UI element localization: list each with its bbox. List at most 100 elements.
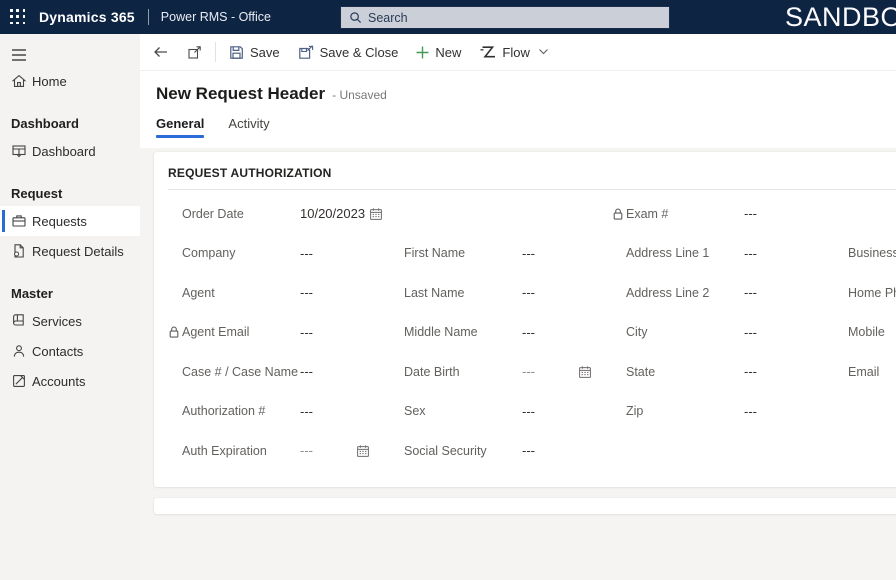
field-last-name: Last Name --- [390, 273, 612, 313]
field-value-case-case-name[interactable]: --- [300, 364, 313, 379]
new-label: New [435, 44, 462, 60]
field-value-authorization[interactable]: --- [300, 404, 313, 419]
form-tabs: General Activity [156, 116, 896, 139]
field-address-line-2: Address Line 2 --- [612, 273, 834, 313]
field-label-home-phone: Home Phone [848, 285, 896, 300]
field-label-address-line-2: Address Line 2 [626, 285, 710, 300]
sidebar-item-home[interactable]: Home [0, 66, 140, 96]
sidebar-group-dashboard: Dashboard [11, 115, 79, 131]
field-label-address-line-1: Address Line 1 [626, 246, 710, 261]
app-subtitle[interactable]: Power RMS - Office [161, 10, 271, 24]
waffle-icon[interactable] [10, 9, 26, 25]
field-agent: Agent --- [168, 273, 390, 313]
sidebar-item-label: Contacts [32, 343, 84, 359]
flow-button[interactable]: Flow [470, 34, 557, 70]
field-label-last-name: Last Name [404, 285, 465, 300]
field-label-company: Company [182, 246, 236, 261]
calendar-icon[interactable] [369, 207, 383, 221]
page-title-row: New Request Header - Unsaved [156, 84, 896, 104]
sidebar-item-accounts[interactable]: Accounts [0, 366, 140, 396]
field-label-auth-expiration: Auth Expiration [182, 443, 267, 458]
save-and-close-icon [298, 44, 313, 59]
save-label: Save [250, 44, 280, 60]
field-value-company[interactable]: --- [300, 246, 313, 261]
field-label-exam: Exam # [626, 206, 669, 221]
field-value-date-birth[interactable]: --- [522, 364, 535, 379]
request-details-icon [11, 243, 27, 259]
field-value-state[interactable]: --- [744, 364, 757, 379]
field-label-city: City [626, 325, 648, 340]
field-value-city[interactable]: --- [744, 325, 757, 340]
sidebar-item-contacts[interactable]: Contacts [0, 336, 140, 366]
popout-button[interactable] [178, 34, 211, 70]
field-value-social-security[interactable]: --- [522, 443, 535, 458]
field-business-phone: Business Phone--- [834, 234, 896, 274]
field-value-address-line-1[interactable]: --- [744, 246, 757, 261]
field-label-social-security: Social Security [404, 443, 487, 458]
field-value-sex[interactable]: --- [522, 404, 535, 419]
field-label-date-birth: Date Birth [404, 364, 460, 379]
search-icon [350, 12, 362, 24]
sidebar-item-label: Accounts [32, 373, 86, 389]
tab-activity[interactable]: Activity [228, 116, 269, 139]
calendar-icon[interactable] [578, 365, 592, 379]
plus-icon [416, 46, 429, 58]
form-content-area: REQUEST AUTHORIZATION Order Date 10/20/20… [140, 148, 896, 580]
back-button[interactable] [144, 34, 178, 70]
field-value-last-name[interactable]: --- [522, 285, 535, 300]
sidebar-item-label: Requests [32, 213, 87, 229]
save-and-close-button[interactable]: Save & Close [289, 34, 408, 70]
office-top-bar: Dynamics 365 Power RMS - Office Search S… [0, 0, 896, 34]
calendar-icon[interactable] [356, 444, 370, 458]
field-email: Email--- [834, 352, 896, 392]
search-input[interactable]: Search [340, 6, 670, 29]
lock-icon [612, 207, 624, 220]
new-button[interactable]: New [407, 34, 470, 70]
popout-icon [188, 45, 201, 59]
app-title[interactable]: Dynamics 365 [39, 9, 135, 25]
sidebar-item-services[interactable]: Services [0, 306, 140, 336]
hamburger-menu-icon[interactable] [0, 34, 140, 66]
field-label-zip: Zip [626, 404, 644, 419]
save-button[interactable]: Save [220, 34, 289, 70]
field-middle-name: Middle Name --- [390, 313, 612, 353]
sidebar-nav: Home Dashboard Dashboard Request Requests Req… [0, 66, 140, 396]
sidebar-item-requests[interactable]: Requests [0, 206, 140, 236]
accounts-icon [11, 373, 27, 389]
field-value-address-line-2[interactable]: --- [744, 285, 757, 300]
chevron-down-icon[interactable] [538, 48, 549, 56]
command-separator [215, 42, 216, 62]
field-state: State --- [612, 352, 834, 392]
field-value-auth-expiration[interactable]: --- [300, 443, 313, 458]
flow-label: Flow [502, 44, 530, 60]
field-value-agent[interactable]: --- [300, 285, 313, 300]
field-value-order-date[interactable]: 10/20/2023 [300, 206, 365, 221]
field-label-agent: Agent [182, 285, 215, 300]
sidebar-item-dashboard[interactable]: Dashboard [0, 136, 140, 166]
field-label-order-date: Order Date [182, 206, 244, 221]
site-map-sidebar: Home Dashboard Dashboard Request Requests Req… [0, 34, 140, 580]
sidebar-item-request-details[interactable]: Request Details [0, 236, 140, 266]
field-value-first-name[interactable]: --- [522, 246, 535, 261]
field-label-business-phone: Business Phone [848, 246, 896, 261]
save-and-close-label: Save & Close [319, 44, 399, 60]
field-exam: Exam # --- [612, 194, 834, 234]
field-case-case-name: Case # / Case Name --- [168, 352, 390, 392]
field-label-sex: Sex [404, 404, 426, 419]
sidebar-group-request: Request [11, 185, 63, 201]
command-bar: Save Save & Close New Flow [140, 34, 896, 71]
field-value-agent-email[interactable]: --- [300, 325, 313, 340]
field-label-email: Email [848, 364, 880, 379]
lock-icon [168, 326, 180, 339]
field-value-zip[interactable]: --- [744, 404, 757, 419]
field-value-exam[interactable]: --- [744, 206, 757, 221]
field-label-authorization: Authorization # [182, 404, 266, 419]
tab-general[interactable]: General [156, 116, 205, 139]
field-company: Company --- [168, 234, 390, 274]
page-title: New Request Header [156, 84, 326, 103]
field-value-middle-name[interactable]: --- [522, 325, 535, 340]
sidebar-group-master: Master [11, 285, 53, 301]
collapsed-section-card [154, 498, 896, 514]
